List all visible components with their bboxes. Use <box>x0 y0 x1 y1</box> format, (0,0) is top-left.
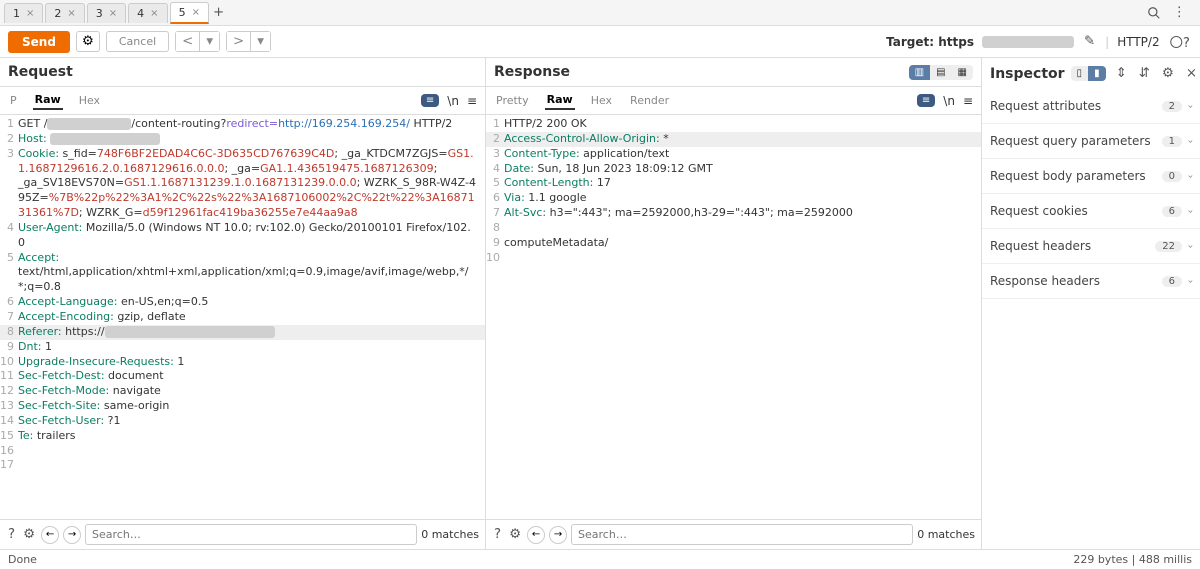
newline-icon[interactable]: \n <box>447 94 459 108</box>
tab-4[interactable]: 4× <box>128 3 167 23</box>
history-next-menu[interactable]: ▾ <box>250 32 270 51</box>
tab-raw[interactable]: Raw <box>33 91 63 110</box>
chevron-down-icon: › <box>1185 279 1196 283</box>
send-options-button[interactable]: ⚙ <box>76 31 100 52</box>
inspector-cookies[interactable]: Request cookies6› <box>982 194 1200 229</box>
status-metrics: 229 bytes | 488 millis <box>1073 553 1192 566</box>
request-search-bar: ? ⚙ ← → 0 matches <box>0 519 485 549</box>
more-icon[interactable]: ⋮ <box>1171 3 1188 22</box>
request-editor[interactable]: 1GET //content-routing?redirect=http://1… <box>0 115 485 519</box>
close-icon[interactable]: × <box>192 7 200 18</box>
gear-icon[interactable]: ⚙ <box>1160 64 1176 83</box>
history-next-group: > ▾ <box>226 31 271 52</box>
edit-target-icon[interactable]: ✎ <box>1082 32 1097 51</box>
inspector-request-attributes[interactable]: Request attributes2› <box>982 89 1200 124</box>
layout-combined-icon[interactable]: ▦ <box>952 65 973 80</box>
inspector-title: Inspector <box>990 66 1065 82</box>
chevron-down-icon: › <box>1185 244 1196 248</box>
expand-icon[interactable]: ⇕ <box>1114 64 1129 83</box>
actions-icon[interactable]: ≡ <box>917 94 935 107</box>
tab-1[interactable]: 1× <box>4 3 43 23</box>
request-search-input[interactable] <box>85 524 417 545</box>
chevron-down-icon: › <box>1185 174 1196 178</box>
menu-icon[interactable]: ≡ <box>963 94 973 108</box>
layout-vertical-icon[interactable]: ▤ <box>930 65 951 80</box>
inspector-request-headers[interactable]: Request headers22› <box>982 229 1200 264</box>
response-viewer[interactable]: 1HTTP/2 200 OK 2Access-Control-Allow-Ori… <box>486 115 981 519</box>
history-prev-button[interactable]: < <box>176 32 199 51</box>
close-icon[interactable]: × <box>109 8 117 19</box>
settings-icon[interactable]: ⚙ <box>507 525 523 544</box>
tab-hex[interactable]: Hex <box>77 92 102 109</box>
help-icon[interactable]: ? <box>6 525 17 544</box>
chevron-down-icon: › <box>1185 209 1196 213</box>
request-pane: Request P Raw Hex ≡ \n ≡ 1GET //content-… <box>0 58 486 549</box>
response-title: Response <box>494 64 570 80</box>
history-next-button[interactable]: > <box>227 32 250 51</box>
response-pane: Response ▥ ▤ ▦ Pretty Raw Hex Render ≡ \… <box>486 58 982 549</box>
status-text: Done <box>8 553 37 566</box>
response-search-input[interactable] <box>571 524 913 545</box>
newline-icon[interactable]: \n <box>943 94 955 108</box>
close-icon[interactable]: × <box>67 8 75 19</box>
cancel-button[interactable]: Cancel <box>106 31 169 52</box>
chevron-down-icon: › <box>1185 104 1196 108</box>
request-title: Request <box>8 64 73 80</box>
response-search-bar: ? ⚙ ← → 0 matches <box>486 519 981 549</box>
inspector-query-params[interactable]: Request query parameters1› <box>982 124 1200 159</box>
tabs-bar: 1× 2× 3× 4× 5× + ⋮ <box>0 0 1200 26</box>
chevron-down-icon: › <box>1185 139 1196 143</box>
layout-a-icon[interactable]: ▯ <box>1071 66 1089 81</box>
inspector-response-headers[interactable]: Response headers6› <box>982 264 1200 299</box>
search-next-button[interactable]: → <box>549 526 567 544</box>
help-icon[interactable]: ? <box>492 525 503 544</box>
match-count: 0 matches <box>917 528 975 541</box>
tab-pretty[interactable]: Pretty <box>494 92 531 109</box>
tab-2[interactable]: 2× <box>45 3 84 23</box>
target-label: Target: https <box>886 35 974 49</box>
actions-icon[interactable]: ≡ <box>421 94 439 107</box>
inspector-pane: Inspector ▯ ▮ ⇕ ⇵ ⚙ × Request attributes… <box>982 58 1200 549</box>
target-redacted <box>982 36 1074 48</box>
status-bar: Done 229 bytes | 488 millis <box>0 549 1200 569</box>
history-prev-group: < ▾ <box>175 31 220 52</box>
tab-5[interactable]: 5× <box>170 2 209 24</box>
match-count: 0 matches <box>421 528 479 541</box>
search-prev-button[interactable]: ← <box>527 526 545 544</box>
close-icon[interactable]: × <box>150 8 158 19</box>
tab-raw[interactable]: Raw <box>545 91 575 110</box>
tab-hex[interactable]: Hex <box>589 92 614 109</box>
close-icon[interactable]: × <box>1184 64 1199 83</box>
history-prev-menu[interactable]: ▾ <box>199 32 219 51</box>
inspector-layout-toggle[interactable]: ▯ ▮ <box>1071 66 1106 81</box>
search-next-button[interactable]: → <box>63 526 81 544</box>
layout-b-icon[interactable]: ▮ <box>1088 66 1106 81</box>
layout-horizontal-icon[interactable]: ▥ <box>909 65 930 80</box>
search-icon[interactable] <box>1145 4 1163 22</box>
send-button[interactable]: Send <box>8 31 70 53</box>
tab-3[interactable]: 3× <box>87 3 126 23</box>
toolbar: Send ⚙ Cancel < ▾ > ▾ Target: https ✎ | … <box>0 26 1200 58</box>
settings-icon[interactable]: ⚙ <box>21 525 37 544</box>
search-prev-button[interactable]: ← <box>41 526 59 544</box>
layout-toggle[interactable]: ▥ ▤ ▦ <box>909 65 973 80</box>
menu-icon[interactable]: ≡ <box>467 94 477 108</box>
help-icon[interactable]: 〇? <box>1168 30 1192 53</box>
inspector-body-params[interactable]: Request body parameters0› <box>982 159 1200 194</box>
tab-render[interactable]: Render <box>628 92 671 109</box>
divider: | <box>1105 35 1109 49</box>
tab-p[interactable]: P <box>8 92 19 109</box>
filter-icon[interactable]: ⇵ <box>1137 64 1152 83</box>
add-tab-button[interactable]: + <box>211 3 226 22</box>
close-icon[interactable]: × <box>26 8 34 19</box>
protocol-badge: HTTP/2 <box>1117 35 1159 49</box>
